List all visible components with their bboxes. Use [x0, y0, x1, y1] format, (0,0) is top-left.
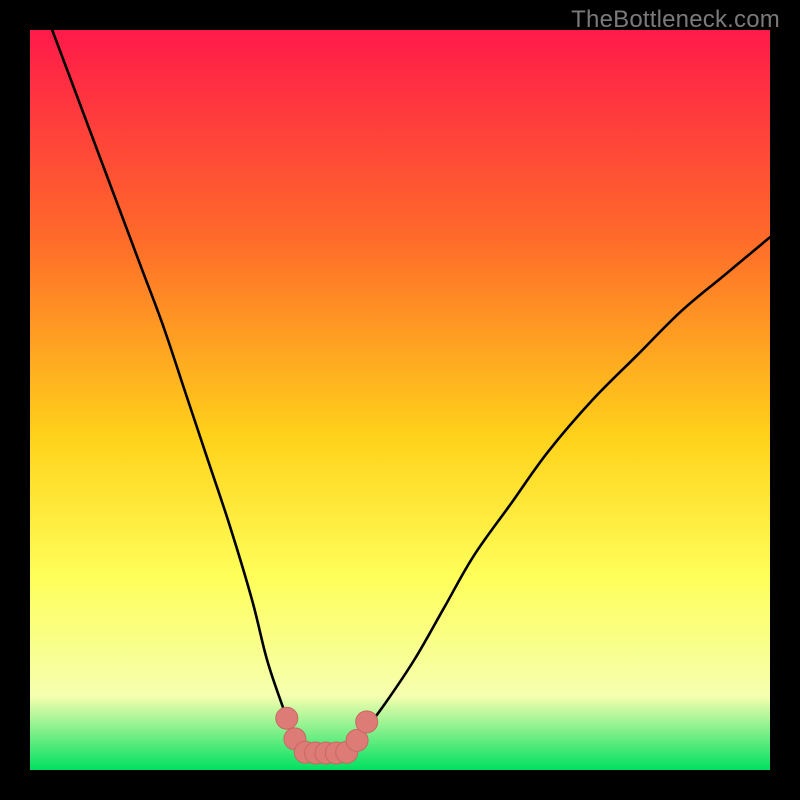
- chart-frame: TheBottleneck.com: [0, 0, 800, 800]
- watermark-text: TheBottleneck.com: [571, 6, 780, 34]
- gradient-background: [30, 30, 770, 770]
- chart-svg: [30, 30, 770, 770]
- marker-point: [276, 707, 298, 729]
- plot-area: [30, 30, 770, 770]
- marker-point: [356, 711, 378, 733]
